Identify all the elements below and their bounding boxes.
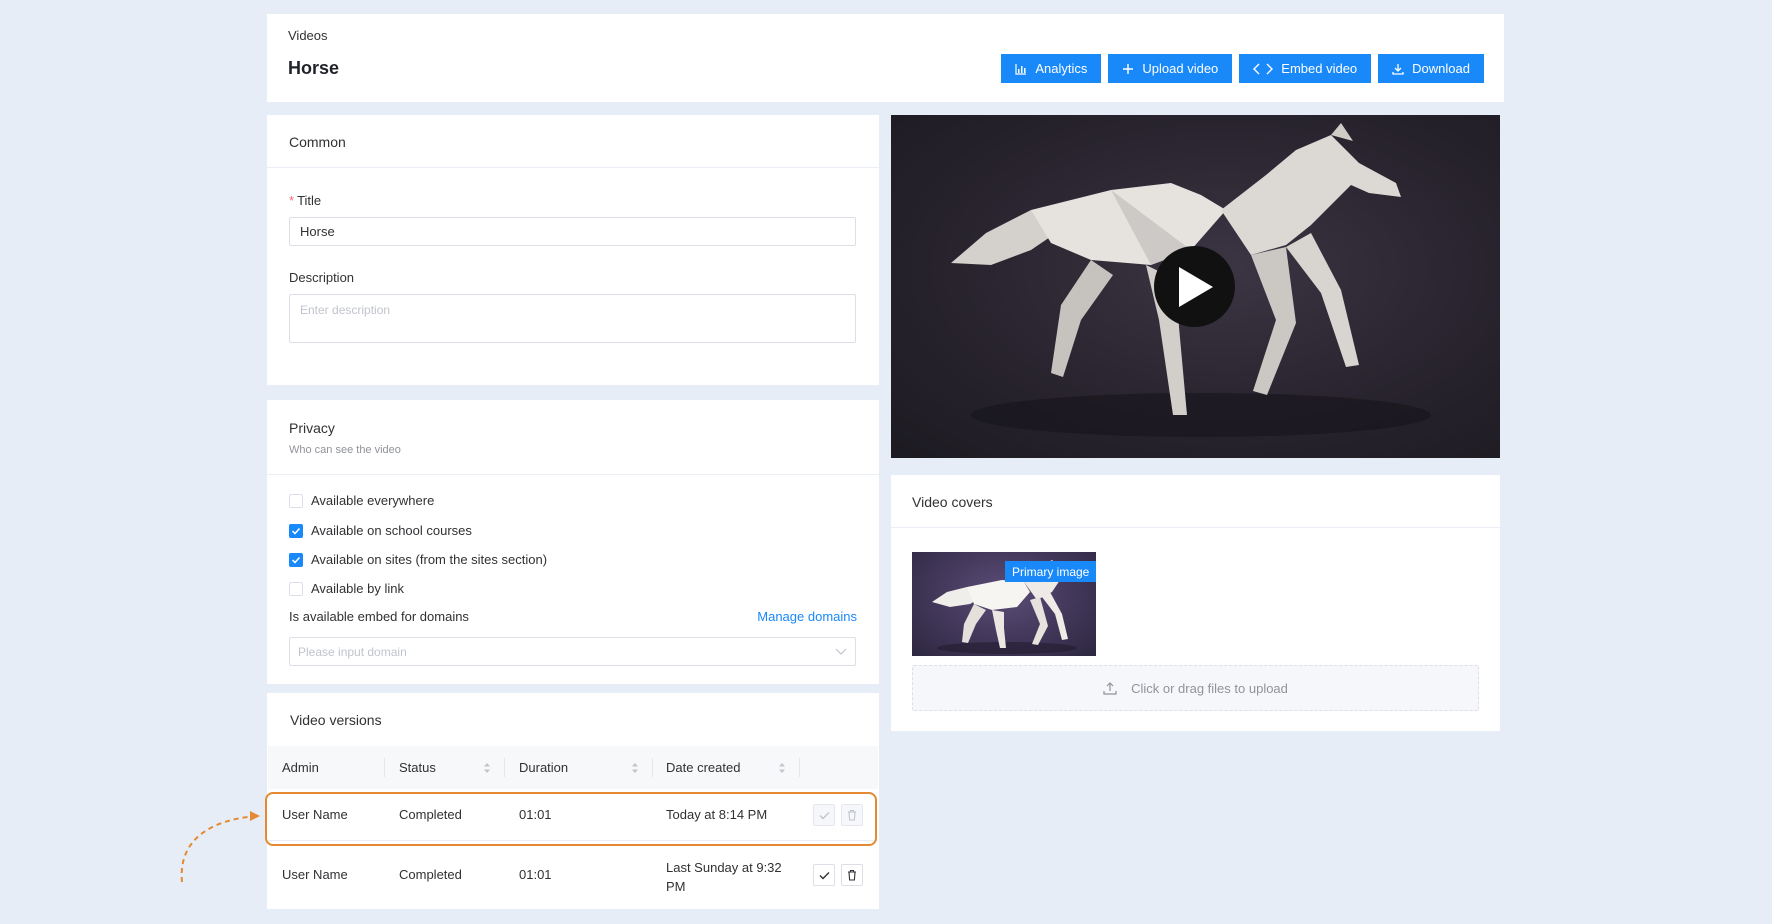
cell-status: Completed <box>399 807 462 822</box>
table-row: User Name Completed 01:01 Last Sunday at… <box>268 842 878 908</box>
video-versions-panel: Video versions Admin Status Duration Dat… <box>267 693 879 909</box>
upload-video-label: Upload video <box>1142 61 1219 76</box>
trash-icon <box>848 869 856 881</box>
sort-icon[interactable] <box>778 762 786 774</box>
upload-hint: Click or drag files to upload <box>1131 680 1288 696</box>
column-status[interactable]: Status <box>399 746 436 789</box>
checkbox-box[interactable] <box>289 581 303 596</box>
cell-duration: 01:01 <box>519 867 552 882</box>
sort-icon[interactable] <box>483 762 491 774</box>
page-header: Videos Horse Analytics Upload video Embe… <box>267 14 1504 102</box>
check-icon <box>291 556 301 564</box>
sort-icon[interactable] <box>631 762 639 774</box>
column-date-created[interactable]: Date created <box>666 746 740 789</box>
annotation-arrow <box>180 811 260 883</box>
common-heading: Common <box>267 115 879 168</box>
trash-icon <box>848 809 856 821</box>
embed-video-button[interactable]: Embed video <box>1239 54 1372 83</box>
privacy-heading: Privacy <box>289 420 335 436</box>
checkbox-box[interactable] <box>289 493 303 508</box>
embed-domains-label: Is available embed for domains <box>289 609 469 624</box>
chevron-down-icon <box>835 648 847 655</box>
delete-button[interactable] <box>841 804 863 826</box>
download-icon <box>1392 63 1404 75</box>
checkbox-sites[interactable]: Available on sites (from the sites secti… <box>289 552 547 567</box>
set-active-button[interactable] <box>813 804 835 826</box>
column-admin: Admin <box>282 760 319 775</box>
analytics-label: Analytics <box>1035 61 1088 76</box>
code-icon <box>1253 63 1274 74</box>
set-active-button[interactable] <box>813 864 835 886</box>
title-label-text: Title <box>297 193 322 208</box>
upload-video-button[interactable]: Upload video <box>1108 54 1233 83</box>
checkbox-label: Available everywhere <box>311 493 435 508</box>
bar-chart-icon <box>1015 63 1027 75</box>
cell-status: Completed <box>399 867 462 882</box>
cell-admin: User Name <box>282 867 348 882</box>
versions-heading: Video versions <box>290 712 382 728</box>
cell-admin: User Name <box>282 807 348 822</box>
domain-placeholder: Please input domain <box>298 644 407 659</box>
title-input[interactable]: Horse <box>289 217 856 246</box>
cell-duration: 01:01 <box>519 807 552 822</box>
cell-date: Last Sunday at 9:32 PM <box>666 860 782 894</box>
video-player[interactable] <box>891 115 1500 458</box>
checkbox-label: Available by link <box>311 581 404 596</box>
upload-icon <box>1103 682 1117 695</box>
description-textarea[interactable]: Enter description <box>289 294 856 343</box>
description-placeholder: Enter description <box>300 303 391 317</box>
cell-date: Today at 8:14 PM <box>666 807 768 822</box>
required-marker: * <box>289 193 295 208</box>
manage-domains-link[interactable]: Manage domains <box>757 609 857 624</box>
checkbox-school-courses[interactable]: Available on school courses <box>289 523 472 538</box>
privacy-header: Privacy Who can see the video <box>267 400 879 475</box>
checkbox-label: Available on sites (from the sites secti… <box>311 552 548 567</box>
check-icon <box>291 527 301 535</box>
toolbar: Analytics Upload video Embed video Downl… <box>1001 54 1484 83</box>
check-icon <box>819 871 829 879</box>
plus-icon <box>1123 63 1134 74</box>
analytics-button[interactable]: Analytics <box>1001 54 1102 83</box>
play-icon <box>1178 266 1213 307</box>
checkbox-label: Available on school courses <box>311 523 472 538</box>
download-button[interactable]: Download <box>1378 54 1484 83</box>
title-input-value: Horse <box>300 224 335 239</box>
covers-heading: Video covers <box>891 475 1500 528</box>
privacy-panel: Privacy Who can see the video Available … <box>267 400 879 684</box>
video-covers-panel: Video covers Primary image Click or drag… <box>891 475 1500 731</box>
checkbox-by-link[interactable]: Available by link <box>289 581 404 596</box>
download-label: Download <box>1412 61 1470 76</box>
check-icon <box>819 811 829 819</box>
page-title: Horse <box>288 58 340 78</box>
title-label: * Title <box>289 193 321 208</box>
primary-image-badge: Primary image <box>1005 561 1097 582</box>
checkbox-box[interactable] <box>289 552 303 567</box>
cover-upload-dropzone[interactable]: Click or drag files to upload <box>912 665 1479 711</box>
privacy-subheading: Who can see the video <box>289 444 401 456</box>
domain-select[interactable]: Please input domain <box>289 637 856 666</box>
table-header: Admin Status Duration Date created <box>268 746 878 789</box>
delete-button[interactable] <box>841 864 863 886</box>
play-button[interactable] <box>1154 246 1235 327</box>
column-duration[interactable]: Duration <box>519 746 568 789</box>
common-panel: Common * Title Horse Description Enter de… <box>267 115 879 385</box>
table-row: User Name Completed 01:01 Today at 8:14 … <box>268 789 878 841</box>
checkbox-available-everywhere[interactable]: Available everywhere <box>289 493 434 508</box>
embed-video-label: Embed video <box>1281 61 1358 76</box>
checkbox-box[interactable] <box>289 523 303 538</box>
description-label: Description <box>289 270 355 285</box>
breadcrumb[interactable]: Videos <box>288 28 328 43</box>
